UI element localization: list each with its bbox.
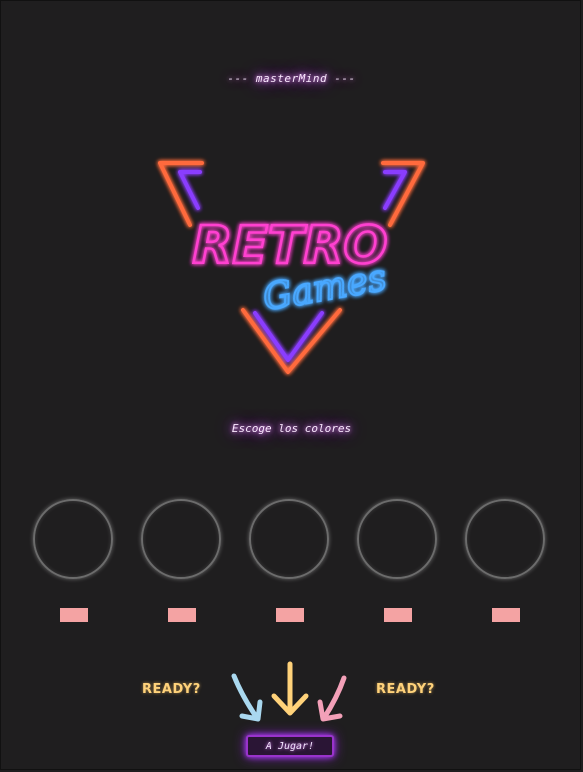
- logo-bottom-v: [241, 308, 342, 374]
- arrow-right-icon: [317, 675, 347, 722]
- color-swatch-4[interactable]: [384, 608, 412, 622]
- code-slot-1[interactable]: [33, 499, 113, 579]
- pointing-arrows: [231, 661, 347, 722]
- code-slot-4[interactable]: [357, 499, 437, 579]
- ready-left-text: READY?: [142, 682, 201, 697]
- color-swatch-3[interactable]: [276, 608, 304, 622]
- code-slot-5[interactable]: [465, 499, 545, 579]
- code-slot-3[interactable]: [249, 499, 329, 579]
- game-frame: [0, 0, 581, 770]
- color-swatch-1[interactable]: [60, 608, 88, 622]
- arrow-center-icon: [271, 661, 309, 716]
- color-swatch-2[interactable]: [168, 608, 196, 622]
- color-swatch-5[interactable]: [492, 608, 520, 622]
- game-subtitle: --- masterMind ---: [227, 72, 356, 85]
- retro-games-logo: RETRO Games: [158, 161, 425, 374]
- choose-colors-instruction: Escoge los colores: [231, 422, 352, 435]
- code-slot-2[interactable]: [141, 499, 221, 579]
- play-button[interactable]: A Jugar!: [246, 735, 334, 757]
- ready-right-text: READY?: [376, 682, 435, 697]
- logo-right-bracket: [381, 161, 425, 227]
- arrow-left-icon: [231, 673, 263, 722]
